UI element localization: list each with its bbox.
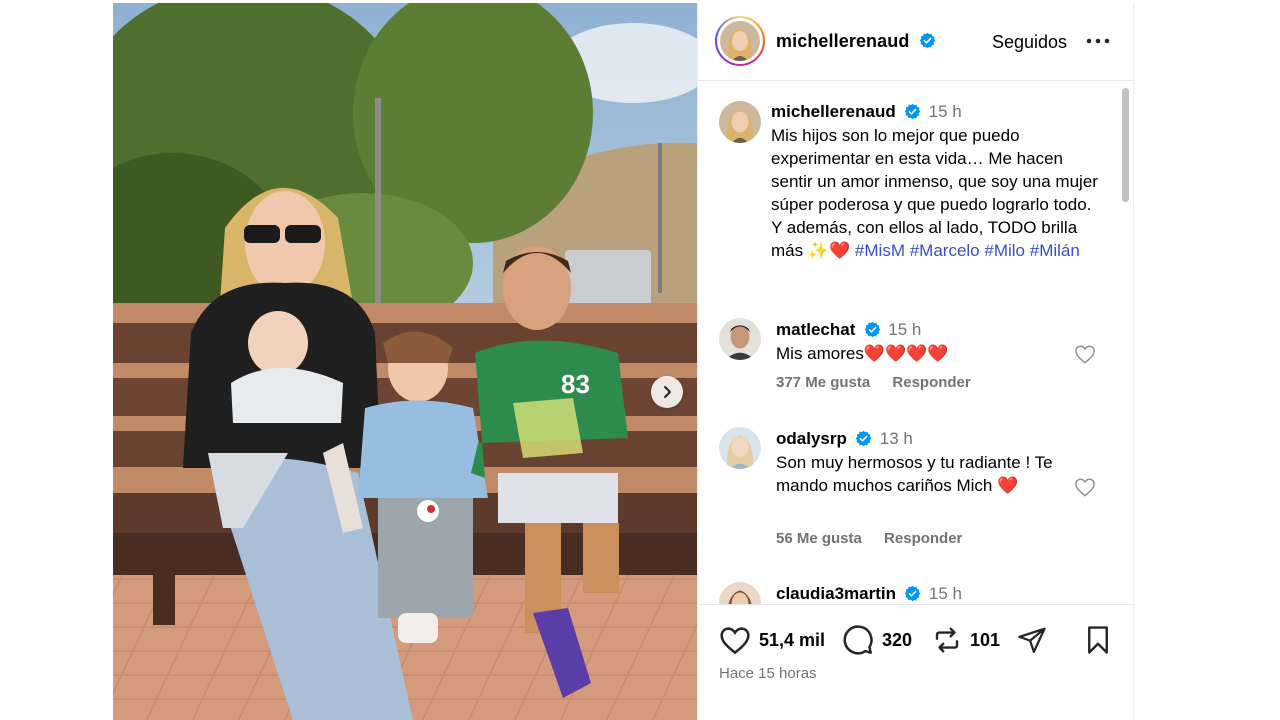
hashtag[interactable]: #Milán xyxy=(1030,241,1080,260)
comment-text: Son muy hermosos y tu radiante ! Te mand… xyxy=(776,453,1053,495)
reply-button[interactable]: Responder xyxy=(884,530,962,547)
comments-scrollbar[interactable] xyxy=(1121,86,1130,602)
like-comment-heart-icon[interactable] xyxy=(1074,477,1096,497)
share-button[interactable] xyxy=(1016,624,1048,656)
verified-badge-icon xyxy=(905,585,921,602)
author-username-text[interactable]: michellerenaud xyxy=(776,31,909,51)
post-header: michellerenaud Seguidos xyxy=(698,3,1135,81)
caption-text: Mis hijos son lo mejor que puedo experim… xyxy=(771,124,1101,262)
following-button[interactable]: Seguidos xyxy=(992,32,1067,53)
reposts-count[interactable]: 101 xyxy=(970,630,1000,651)
comment-username[interactable]: odalysrp xyxy=(776,429,847,448)
caption-body: Mis hijos son lo mejor que puedo experim… xyxy=(771,126,1098,260)
comment-likes[interactable]: 56 Me gusta xyxy=(776,530,862,547)
repost-icon xyxy=(935,627,959,653)
comment-button[interactable]: 320 xyxy=(842,624,912,656)
likes-count[interactable]: 51,4 mil xyxy=(759,630,825,651)
family-photo: 83 xyxy=(113,3,697,720)
author-avatar[interactable] xyxy=(715,16,765,66)
more-options-icon[interactable] xyxy=(1086,34,1110,48)
comment-time: 13 h xyxy=(879,429,913,448)
avatar-image xyxy=(720,21,760,61)
comments-count[interactable]: 320 xyxy=(882,630,912,651)
hashtag[interactable]: #Milo xyxy=(984,241,1025,260)
reply-button[interactable]: Responder xyxy=(892,374,970,391)
author-username[interactable]: michellerenaud xyxy=(776,31,936,52)
bookmark-icon xyxy=(1088,626,1108,654)
verified-badge-icon xyxy=(864,321,881,338)
verified-badge-icon xyxy=(904,103,921,120)
repost-button[interactable]: 101 xyxy=(932,624,1000,656)
comment-avatar[interactable] xyxy=(719,582,761,604)
save-button[interactable] xyxy=(1085,624,1111,656)
caption-username[interactable]: michellerenaud xyxy=(771,102,896,121)
comment-text: Mis amores❤️❤️❤️❤️ xyxy=(776,344,949,363)
like-comment-heart-icon[interactable] xyxy=(1074,344,1096,364)
hashtag[interactable]: #Marcelo xyxy=(910,241,980,260)
comment-likes[interactable]: 377 Me gusta xyxy=(776,374,870,391)
post-timestamp: Hace 15 horas xyxy=(719,665,817,682)
next-photo-button[interactable] xyxy=(651,376,683,408)
verified-badge-icon xyxy=(919,32,935,49)
comment-avatar[interactable] xyxy=(719,427,761,469)
comment-icon xyxy=(843,625,873,655)
comments-section[interactable]: michellerenaud 15 h Mis hijos son lo mej… xyxy=(698,82,1135,604)
comment-avatar[interactable] xyxy=(719,318,761,360)
share-icon xyxy=(1018,627,1046,653)
heart-icon xyxy=(720,627,750,655)
chevron-right-icon xyxy=(664,386,671,398)
comment-meta: 377 Me gusta Responder xyxy=(776,374,989,391)
caption-time: 15 h xyxy=(928,102,962,121)
post-photo[interactable]: 83 xyxy=(113,3,697,720)
post-panel: michellerenaud Seguidos michellerenaud 1… xyxy=(697,3,1135,720)
comment-username[interactable]: matlechat xyxy=(776,320,855,339)
scrollbar-thumb[interactable] xyxy=(1122,88,1129,202)
action-bar: 51,4 mil 320 101 Hace 15 horas xyxy=(698,604,1135,720)
verified-badge-icon xyxy=(856,430,872,447)
like-button[interactable]: 51,4 mil xyxy=(719,624,825,656)
svg-text:83: 83 xyxy=(561,369,590,399)
caption-avatar[interactable] xyxy=(719,101,761,143)
hashtag[interactable]: #MisM xyxy=(855,241,905,260)
comment-time: 15 h xyxy=(888,320,922,339)
comment-username[interactable]: claudia3martin xyxy=(776,584,896,603)
comment-time: 15 h xyxy=(928,584,962,603)
comment-meta: 56 Me gusta Responder xyxy=(776,530,980,547)
